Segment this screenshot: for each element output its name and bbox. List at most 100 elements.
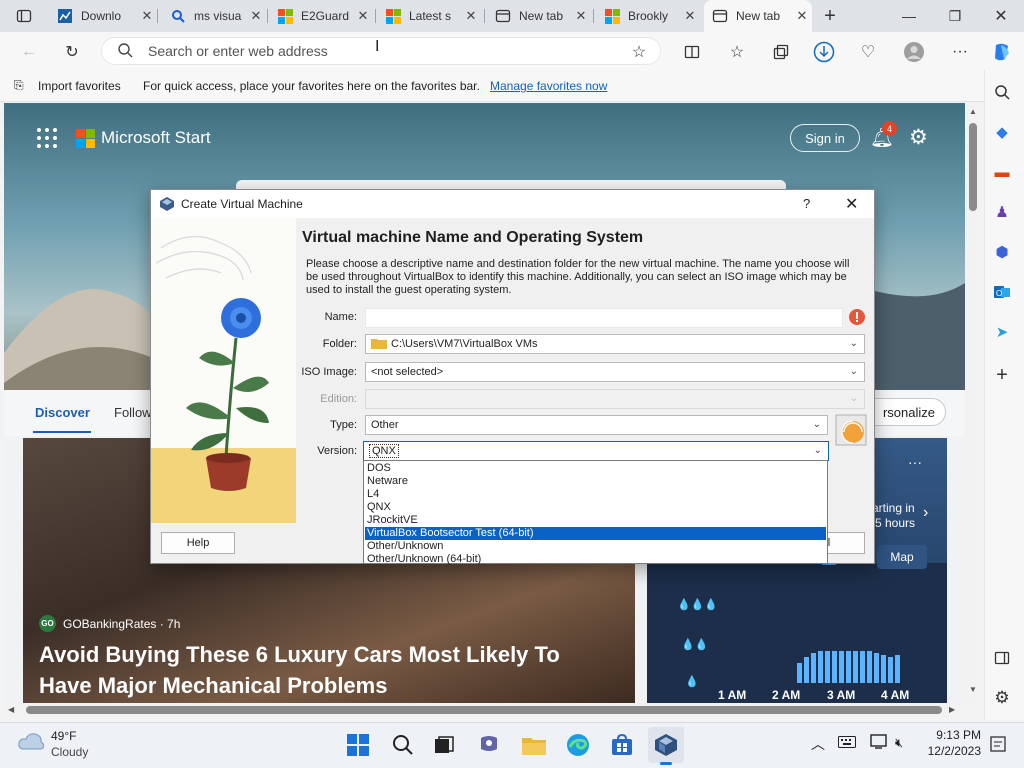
weather-temp[interactable]: 49°F (51, 729, 76, 743)
add-sidebar-app-icon[interactable]: + (990, 363, 1014, 387)
search-icon[interactable] (389, 731, 417, 759)
tab-e2guard[interactable]: E2Guard ✕ (269, 0, 373, 32)
vertical-scroll-thumb[interactable] (969, 123, 977, 211)
chevron-up-icon[interactable]: ︿ (811, 734, 825, 754)
weather-forecast-text2: 5 hours (875, 516, 916, 530)
article-headline-line1[interactable]: Avoid Buying These 6 Luxury Cars Most Li… (39, 642, 560, 668)
outlook-icon[interactable]: O (990, 280, 1014, 304)
cloud-icon[interactable] (18, 731, 45, 754)
horizontal-scroll-thumb[interactable] (26, 706, 942, 714)
tab-newtab-1[interactable]: New tab ✕ (487, 0, 591, 32)
version-option[interactable]: Other/Unknown (64-bit) (365, 553, 826, 566)
version-option[interactable]: QNX (365, 501, 826, 514)
back-icon[interactable]: ← (17, 40, 41, 64)
close-icon[interactable]: ✕ (461, 8, 481, 24)
window-close-button[interactable]: ✕ (978, 0, 1024, 32)
type-select[interactable]: Other ⌄ (365, 415, 828, 435)
ms-start-brand[interactable]: Microsoft Start (101, 128, 211, 148)
task-view-icon[interactable] (430, 731, 458, 759)
apps-grid-icon[interactable] (36, 127, 58, 152)
downloads-icon[interactable] (812, 40, 836, 64)
minimize-button[interactable]: — (886, 0, 932, 32)
browser-essentials-icon[interactable]: ♡ (856, 40, 880, 64)
more-menu-icon[interactable]: ··· (948, 40, 972, 64)
scroll-right-icon[interactable]: ▶ (949, 705, 955, 714)
close-icon[interactable]: ✕ (680, 8, 700, 24)
version-option[interactable]: Netware (365, 475, 826, 488)
folder-select[interactable]: C:\Users\VM7\VirtualBox VMs ⌄ (365, 334, 865, 354)
article-headline-line2[interactable]: Have Major Mechanical Problems (39, 673, 387, 699)
notification-center-icon[interactable] (990, 736, 1006, 755)
new-tab-button[interactable]: + (818, 4, 842, 28)
tab-following[interactable]: Follow (114, 405, 152, 420)
tab-newtab-active[interactable]: New tab ✕ (704, 0, 812, 32)
vertical-scrollbar[interactable]: ▲ ▼ (965, 103, 981, 703)
page-settings-icon[interactable]: ⚙ (909, 125, 928, 150)
display-icon[interactable] (870, 734, 890, 753)
scroll-down-icon[interactable]: ▼ (969, 685, 977, 694)
scroll-left-icon[interactable]: ◀ (8, 705, 14, 714)
collections-icon[interactable] (769, 40, 793, 64)
sign-in-button[interactable]: Sign in (790, 124, 860, 152)
scroll-up-icon[interactable]: ▲ (969, 107, 977, 116)
clock-time[interactable]: 9:13 PM (927, 728, 981, 742)
refresh-icon[interactable]: ↻ (60, 40, 84, 64)
map-button[interactable]: Map (877, 545, 927, 569)
windows-start-icon[interactable] (344, 731, 372, 759)
tab-brooklyn[interactable]: Brookly ✕ (596, 0, 700, 32)
import-favorites-link[interactable]: Import favorites (38, 79, 121, 93)
manage-favorites-link[interactable]: Manage favorites now (490, 79, 607, 93)
favorite-star-icon[interactable]: ☆ (627, 40, 651, 64)
games-icon[interactable]: ♟ (990, 200, 1014, 224)
tab-ms-visual[interactable]: ms visua ✕ (162, 0, 266, 32)
version-option[interactable]: Other/Unknown (365, 540, 826, 553)
warning-icon (848, 308, 866, 329)
clock-date[interactable]: 12/2/2023 (921, 744, 981, 758)
edge-browser-icon[interactable] (564, 731, 592, 759)
version-select[interactable]: QNX ⌄ (363, 441, 829, 461)
close-icon[interactable]: ✕ (792, 8, 812, 24)
keyboard-icon[interactable] (838, 735, 856, 752)
hide-sidebar-icon[interactable] (990, 646, 1014, 670)
weather-condition[interactable]: Cloudy (51, 745, 88, 759)
help-button[interactable]: Help (161, 532, 235, 554)
version-option[interactable]: JRockitVE (365, 514, 826, 527)
drop-send-icon[interactable]: ➤ (990, 320, 1014, 344)
search-icon[interactable] (990, 80, 1014, 104)
tab-downloads[interactable]: Downlo ✕ (49, 0, 157, 32)
close-icon[interactable]: ✕ (246, 8, 266, 24)
close-icon[interactable]: ✕ (137, 8, 157, 24)
favorites-icon[interactable]: ☆ (725, 40, 749, 64)
close-icon[interactable]: ✕ (353, 8, 373, 24)
sidebar-settings-icon[interactable]: ⚙ (990, 686, 1014, 710)
microsoft365-icon[interactable]: ⬢ (990, 240, 1014, 264)
split-screen-icon[interactable] (680, 40, 704, 64)
tools-icon[interactable]: ▬ (990, 160, 1014, 184)
version-option[interactable]: L4 (365, 488, 826, 501)
name-input[interactable] (365, 308, 843, 328)
file-explorer-icon[interactable] (520, 731, 548, 759)
iso-select[interactable]: <not selected> ⌄ (365, 362, 865, 382)
microsoft-store-icon[interactable] (608, 731, 636, 759)
teams-chat-icon[interactable] (475, 731, 503, 759)
profile-avatar[interactable] (902, 40, 926, 64)
virtualbox-taskbar-icon[interactable] (652, 731, 680, 759)
address-placeholder[interactable]: Search or enter web address (148, 43, 328, 59)
more-options-icon[interactable]: ··· (908, 454, 922, 470)
os-type-icon (835, 414, 867, 449)
horizontal-scrollbar[interactable]: ◀ ▶ (4, 703, 965, 717)
restore-button[interactable]: ❐ (932, 0, 978, 32)
tab-latest[interactable]: Latest s ✕ (377, 0, 481, 32)
shopping-tag-icon[interactable]: ◆ (990, 120, 1014, 144)
version-option[interactable]: DOS (365, 462, 826, 475)
tab-actions-icon[interactable] (12, 4, 36, 28)
close-icon[interactable]: ✕ (571, 8, 591, 24)
speaker-muted-icon[interactable]: 🔇︎ (895, 735, 903, 751)
version-option-selected[interactable]: VirtualBox Bootsector Test (64-bit) (365, 527, 826, 540)
tab-discover[interactable]: Discover (35, 405, 90, 420)
chevron-right-icon[interactable]: › (923, 504, 928, 522)
copilot-icon[interactable] (990, 40, 1014, 64)
dialog-close-button[interactable]: ✕ (845, 194, 858, 214)
context-help-button[interactable]: ? (803, 196, 810, 211)
folder-icon (371, 337, 387, 352)
